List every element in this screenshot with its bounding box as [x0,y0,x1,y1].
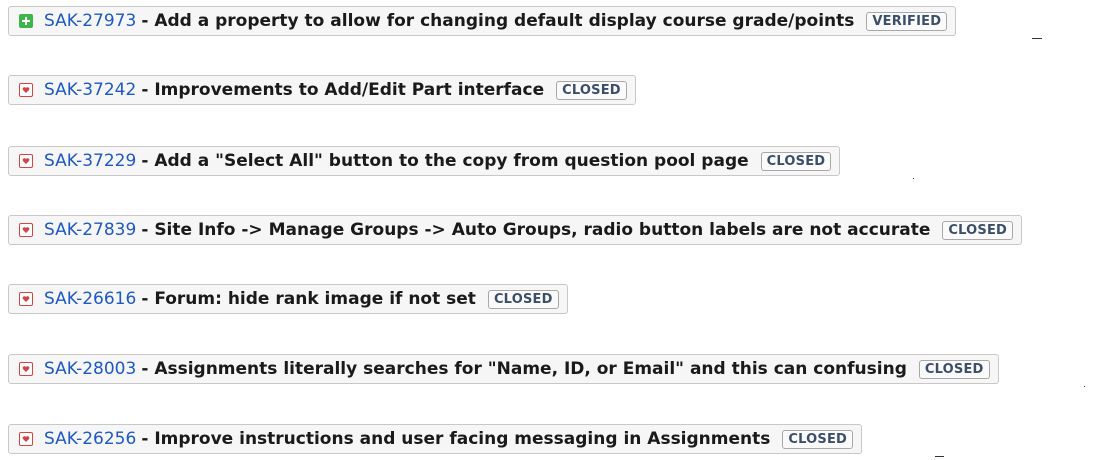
improvement-icon [19,292,33,306]
summary-separator: - [141,289,149,309]
status-badge: CLOSED [556,80,627,100]
status-badge: CLOSED [918,359,990,379]
issue-summary: - Improve instructions and user facing m… [141,429,770,449]
row-trailing-mark [1032,38,1042,39]
issue-key-link[interactable]: SAK-28003 [44,359,136,379]
issue-key-link[interactable]: SAK-27839 [44,220,136,240]
plus-icon [19,14,33,28]
issue-key-link[interactable]: SAK-26616 [44,289,136,309]
status-badge: CLOSED [942,220,1014,240]
issue-summary: - Add a property to allow for changing d… [141,11,854,31]
issue-summary: - Add a "Select All" button to the copy … [141,151,748,171]
improvement-icon [19,83,33,97]
issue-key-link[interactable]: SAK-27973 [44,11,136,31]
status-badge: VERIFIED [866,11,948,31]
issue-key-link[interactable]: SAK-37229 [44,151,136,171]
improvement-icon [19,223,33,237]
summary-separator: - [141,359,149,379]
status-badge: CLOSED [760,151,832,171]
issue-summary: - Assignments literally searches for "Na… [141,359,907,379]
issue-list: SAK-27973 - Add a property to allow for … [0,0,1105,460]
issue-row: SAK-27839 - Site Info -> Manage Groups -… [8,215,1023,245]
issue-key-link[interactable]: SAK-37242 [44,80,136,100]
summary-text: Add a property to allow for changing def… [154,11,855,31]
improvement-icon [19,362,33,376]
issue-row: SAK-37242 - Improvements to Add/Edit Par… [8,75,636,105]
improvement-icon [19,432,33,446]
summary-text: Add a "Select All" button to the copy fr… [154,151,749,171]
issue-row: SAK-26616 - Forum: hide rank image if no… [8,284,568,314]
row-trailing-mark [935,456,944,457]
summary-text: Site Info -> Manage Groups -> Auto Group… [154,220,931,240]
summary-text: Improve instructions and user facing mes… [154,429,771,449]
row-trailing-mark [1084,386,1085,387]
status-badge: CLOSED [487,289,559,309]
issue-row: SAK-27973 - Add a property to allow for … [8,6,957,36]
issue-summary: - Site Info -> Manage Groups -> Auto Gro… [141,220,930,240]
summary-separator: - [141,80,149,100]
issue-key-link[interactable]: SAK-26256 [44,429,136,449]
issue-row: SAK-37229 - Add a "Select All" button to… [8,146,841,176]
summary-text: Forum: hide rank image if not set [154,289,476,309]
summary-separator: - [141,11,149,31]
summary-text: Improvements to Add/Edit Part interface [154,80,545,100]
summary-text: Assignments literally searches for "Name… [154,359,907,379]
status-badge: CLOSED [782,429,854,449]
issue-row: SAK-28003 - Assignments literally search… [8,354,999,384]
summary-separator: - [141,151,149,171]
summary-separator: - [141,429,149,449]
row-trailing-mark [913,178,914,179]
improvement-icon [19,154,33,168]
summary-separator: - [141,220,149,240]
issue-summary: - Forum: hide rank image if not set [141,289,476,309]
issue-summary: - Improvements to Add/Edit Part interfac… [141,80,544,100]
issue-row: SAK-26256 - Improve instructions and use… [8,424,863,454]
